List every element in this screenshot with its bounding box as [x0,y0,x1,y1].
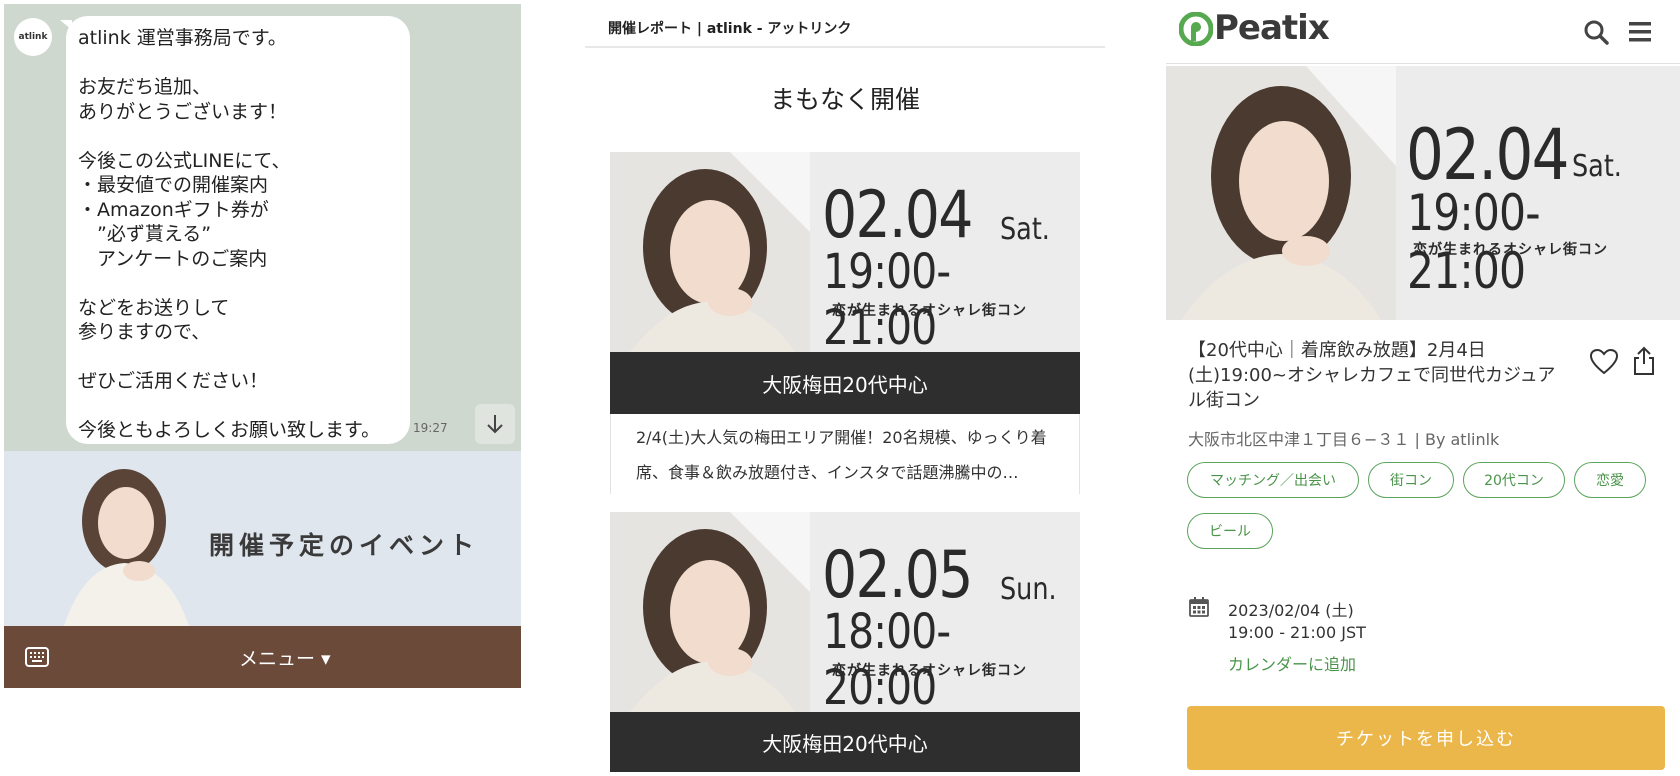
message-line: 参りますので、 [78,321,211,343]
chat-area: atlink atlink 運営事務局です。 お友だち追加、 ありがとうございま… [4,4,521,451]
message-line: などをお送りして [78,296,230,319]
arrow-down-icon [487,415,503,434]
message-bubble: atlink 運営事務局です。 お友だち追加、 ありがとうございます！ 今後この… [66,16,410,444]
ticket-button[interactable]: チケットを申し込む [1187,706,1665,770]
peatix-logo[interactable]: Peatix [1214,8,1330,48]
menu-toggle[interactable]: メニュー ▾ [239,644,331,671]
message-line: 今後この公式LINEにて、 [78,149,291,172]
model-photo [610,152,810,352]
menu-bar: メニュー ▾ [4,626,521,688]
tag[interactable]: 20代コン [1463,462,1565,498]
calendar-icon [1189,597,1209,617]
event-day: Sat. [1000,212,1050,247]
message-line: ”必ず貰える” [78,223,212,245]
event-time-text: 19:00 - 21:00 JST [1228,623,1366,642]
message-line [78,271,396,296]
peatix-panel: Peatix 02.04 Sat. 19:00-21:00 恋が生まれるオシャレ… [1166,0,1680,776]
page-title: 開催レポート | atlink - アットリンク [608,21,852,37]
message-line: 今後ともよろしくお願い致します。 [78,419,381,441]
search-icon[interactable] [1582,18,1610,46]
avatar-label: atlink [18,32,48,42]
tag[interactable]: マッチング／出会い [1187,462,1359,498]
model-photo [1166,66,1396,320]
event-date: 02.05 [822,538,973,613]
web-header: 開催レポート | atlink - アットリンク [585,0,1105,48]
keyboard-icon[interactable] [24,644,50,670]
event-title: 【20代中心｜着席飲み放題】2月4日(土)19:00~オシャレカフェで同世代カジ… [1188,340,1556,411]
event-time: 19:00-21:00 [823,244,951,352]
tag[interactable]: 街コン [1368,462,1454,498]
message-line [78,51,396,76]
heart-icon[interactable] [1589,348,1619,376]
message-line: アンケートのご案内 [78,247,268,270]
event-day: Sun. [1000,572,1057,607]
rich-menu-banner[interactable]: 開催予定のイベント [4,451,521,626]
share-icon[interactable] [1632,346,1656,376]
event-image: 02.04 Sat. 19:00-21:00 恋が生まれるオシャレ街コン [610,152,1080,352]
event-image: 02.05 Sun. 18:00-20:00 恋が生まれるオシャレ街コン [610,512,1080,712]
event-tagline: 恋が生まれるオシャレ街コン [832,303,1027,319]
line-chat-panel: atlink atlink 運営事務局です。 お友だち追加、 ありがとうございま… [4,4,521,688]
model-photo [610,512,810,712]
event-venue: 大阪市北区中津１丁目６−３１ | By atlinlk [1188,430,1500,449]
peatix-logo-icon[interactable] [1179,12,1213,46]
section-title: まもなく開催 [769,85,920,114]
model-photo [64,469,189,626]
event-time: 18:00-20:00 [823,604,951,712]
event-tagline: 恋が生まれるオシャレ街コン [832,663,1027,679]
message-line: atlink 運営事務局です。 [78,27,287,49]
event-description: 2/4(土)大人気の梅田エリア開催！20名規模、ゆっくり着席、食事＆飲み放題付き… [610,414,1080,494]
message-line [78,124,396,149]
event-location-bar: 大阪梅田20代中心 [610,352,1080,414]
message-line: ・Amazonギフト券が [78,198,269,221]
avatar[interactable]: atlink [14,18,52,56]
event-hero-image: 02.04 Sat. 19:00-21:00 恋が生まれるオシャレ街コン [1166,66,1680,320]
message-line [78,345,396,370]
message-line: ぜひご活用ください！ [78,370,269,392]
event-tagline: 恋が生まれるオシャレ街コン [1413,242,1608,258]
message-line [78,394,396,419]
tag[interactable]: 恋愛 [1574,462,1646,498]
event-location-bar: 大阪梅田20代中心 [610,712,1080,772]
event-day: Sat. [1572,149,1622,184]
message-line: ・最安値での開催案内 [78,174,269,196]
message-line: ありがとうございます！ [78,100,288,123]
atlink-web-panel: 開催レポート | atlink - アットリンク まもなく開催 02.04 Sa… [585,0,1105,776]
hamburger-menu-icon[interactable] [1627,19,1653,45]
banner-title: 開催予定のイベント [209,531,480,560]
scroll-down-button[interactable] [475,404,515,444]
event-date: 02.04 [822,178,973,253]
message-timestamp: 19:27 [413,421,448,435]
message-line: お友だち追加、 [78,76,212,98]
event-date-text: 2023/02/04 (土) [1228,601,1354,620]
add-to-calendar-link[interactable]: カレンダーに追加 [1228,651,1356,675]
peatix-header: Peatix [1166,0,1680,64]
tag[interactable]: ビール [1187,513,1273,549]
